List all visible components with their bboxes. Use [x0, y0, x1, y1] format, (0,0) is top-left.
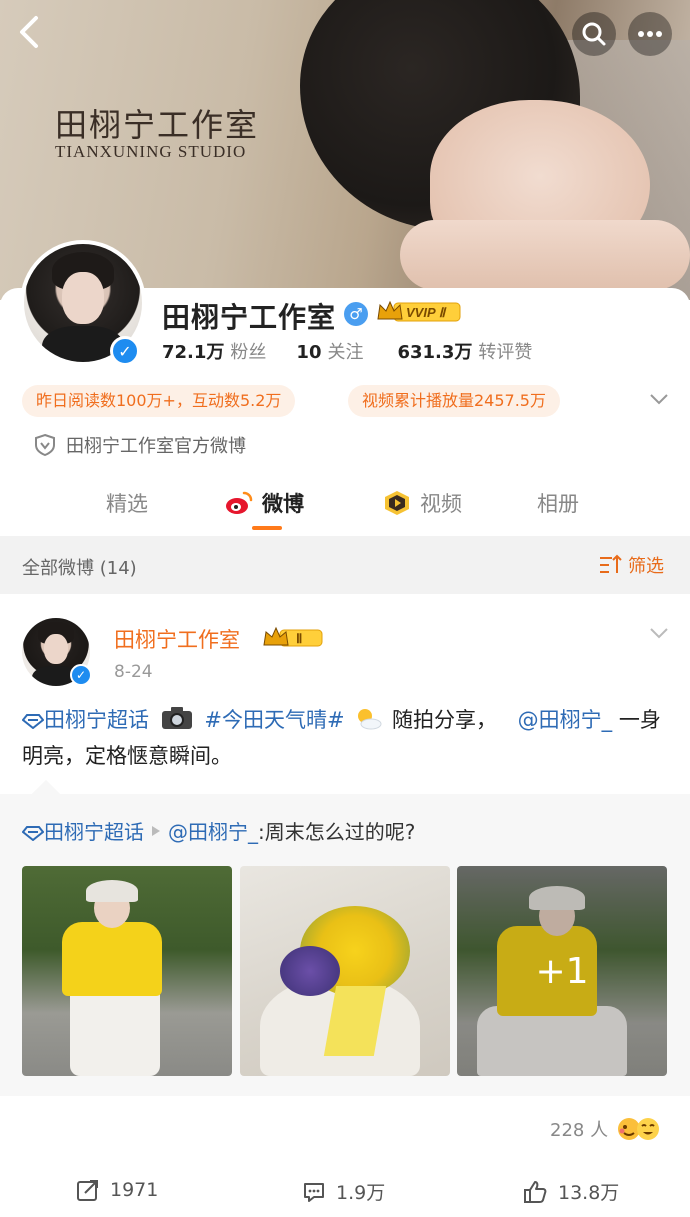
video-tab-icon: [385, 491, 409, 515]
likers-row[interactable]: 228 人: [550, 1116, 662, 1142]
followers-count: 72.1万: [162, 342, 225, 363]
reposts-likes-stat[interactable]: 631.3万 转评赞: [397, 338, 532, 364]
filter-bar: 全部微博 (14) 筛选: [0, 536, 690, 594]
banner-photo-hand: [400, 220, 690, 290]
comment-button[interactable]: 1.9万: [302, 1178, 385, 1205]
profile-stats: 72.1万 粉丝 10 关注 631.3万 转评赞: [162, 338, 532, 364]
more-dots-icon: [638, 31, 662, 37]
share-icon: [77, 1180, 98, 1201]
following-stat[interactable]: 10 关注: [296, 338, 363, 364]
tab-label: 相册: [537, 492, 579, 516]
shield-icon: [35, 433, 55, 457]
video-views-tag[interactable]: 视频累计播放量2457.5万: [348, 385, 560, 417]
repost-mention-link[interactable]: @田栩宁_: [168, 816, 258, 845]
profile-tabs: 精选 微博 视频 相册: [0, 478, 690, 534]
chevron-left-icon: [20, 16, 38, 48]
banner-studio-name: 田栩宁工作室: [55, 106, 260, 144]
vvip-label: VVIP Ⅱ: [406, 305, 447, 320]
image-pants: [70, 986, 160, 1076]
comment-icon: [304, 1182, 324, 1202]
image-purple-flowers: [280, 946, 340, 996]
emoji-reactions-icon: [618, 1118, 660, 1140]
post-text-middle: 随拍分享，: [391, 708, 497, 732]
repost-header: 田栩宁超话 @田栩宁_:周末怎么过的呢?: [21, 816, 416, 845]
like-button[interactable]: 13.8万: [522, 1178, 619, 1205]
camera-icon: [161, 707, 192, 729]
vvip-badge-icon[interactable]: VVIP Ⅱ: [376, 299, 462, 325]
male-gender-icon: ♂: [344, 302, 368, 326]
crown-label: Ⅱ: [296, 631, 302, 646]
search-icon: [582, 22, 606, 46]
weibo-logo-icon: [226, 491, 253, 514]
tab-video[interactable]: 视频: [382, 488, 462, 518]
diamond-icon: [21, 714, 45, 730]
vip-crown-icon[interactable]: Ⅱ: [262, 626, 324, 650]
followers-label: 粉丝: [230, 342, 267, 363]
tab-label: 微博: [262, 492, 304, 516]
repost-text: :周末怎么过的呢?: [258, 820, 416, 844]
reposts-likes-count: 631.3万: [397, 342, 473, 363]
image-shirt: [62, 922, 162, 996]
avatar-face: [44, 634, 68, 664]
search-button[interactable]: [572, 12, 616, 56]
back-button[interactable]: [14, 12, 50, 52]
tab-label: 精选: [106, 492, 148, 516]
reposts-likes-label: 转评赞: [478, 342, 533, 363]
verification-text: 田栩宁工作室官方微博: [66, 436, 246, 457]
post-text: 田栩宁超话 #今田天气晴# 随拍分享， @田栩宁_ 一身明亮，定格惬意瞬间。: [21, 702, 672, 774]
sun-cloud-icon: [358, 709, 382, 730]
supertopic-name: 田栩宁超话: [44, 708, 149, 732]
post-date: 8-24: [114, 662, 153, 682]
verified-badge-icon: ✓: [70, 664, 92, 686]
repost-block[interactable]: 田栩宁超话 @田栩宁_:周末怎么过的呢? +1: [0, 779, 690, 1096]
likers-count: 228 人: [550, 1120, 609, 1141]
verification-row: 田栩宁工作室官方微博: [34, 432, 246, 458]
verified-badge-icon: ✓: [110, 336, 140, 366]
supertopic-link[interactable]: 田栩宁超话: [21, 708, 149, 732]
post-image-2[interactable]: [240, 866, 450, 1076]
tab-label: 视频: [420, 492, 462, 516]
tab-featured[interactable]: 精选: [106, 488, 148, 518]
post-author-name[interactable]: 田栩宁工作室: [114, 624, 240, 654]
filter-icon: [600, 554, 622, 573]
triangle-right-icon: [152, 825, 160, 836]
thumbs-up-icon: [524, 1180, 547, 1203]
tab-weibo[interactable]: 微博: [224, 488, 304, 518]
profile-name: 田栩宁工作室: [162, 301, 337, 334]
more-images-overlay[interactable]: +1: [457, 866, 667, 1076]
followers-stat[interactable]: 72.1万 粉丝: [162, 338, 266, 364]
post-image-3[interactable]: +1: [457, 866, 667, 1076]
reads-tag[interactable]: 昨日阅读数100万+，互动数5.2万: [22, 385, 296, 417]
filter-label: 筛选: [628, 556, 664, 577]
comment-count: 1.9万: [336, 1182, 386, 1204]
share-count: 1971: [110, 1179, 159, 1201]
weibo-post: ✓ 田栩宁工作室 Ⅱ 8-24 田栩宁超话 #今田天气晴# 随拍分享， @田栩宁…: [0, 594, 690, 1217]
filter-button[interactable]: 筛选: [598, 552, 664, 578]
share-button[interactable]: 1971: [76, 1178, 158, 1202]
chevron-down-icon[interactable]: [648, 626, 670, 640]
diamond-icon: [21, 826, 45, 842]
mention-link[interactable]: @田栩宁_: [518, 708, 613, 732]
image-hat: [86, 880, 138, 902]
hashtag-link[interactable]: #今田天气晴#: [204, 708, 344, 732]
following-label: 关注: [327, 342, 364, 363]
following-count: 10: [296, 342, 322, 363]
repost-supertopic-link[interactable]: 田栩宁超话: [21, 816, 144, 845]
all-weibo-label: 全部微博 (14): [22, 558, 137, 579]
banner-studio-name-en: TIANXUNING STUDIO: [55, 142, 247, 161]
like-count: 13.8万: [558, 1182, 620, 1204]
avatar-face: [62, 272, 104, 324]
chevron-down-icon[interactable]: [648, 392, 670, 406]
tab-album[interactable]: 相册: [537, 488, 579, 518]
active-tab-indicator: [252, 526, 282, 530]
repost-notch: [31, 779, 61, 809]
post-image-1[interactable]: [22, 866, 232, 1076]
post-actions: 1971 1.9万 13.8万: [0, 1172, 690, 1212]
supertopic-name: 田栩宁超话: [44, 820, 144, 844]
more-button[interactable]: [628, 12, 672, 56]
